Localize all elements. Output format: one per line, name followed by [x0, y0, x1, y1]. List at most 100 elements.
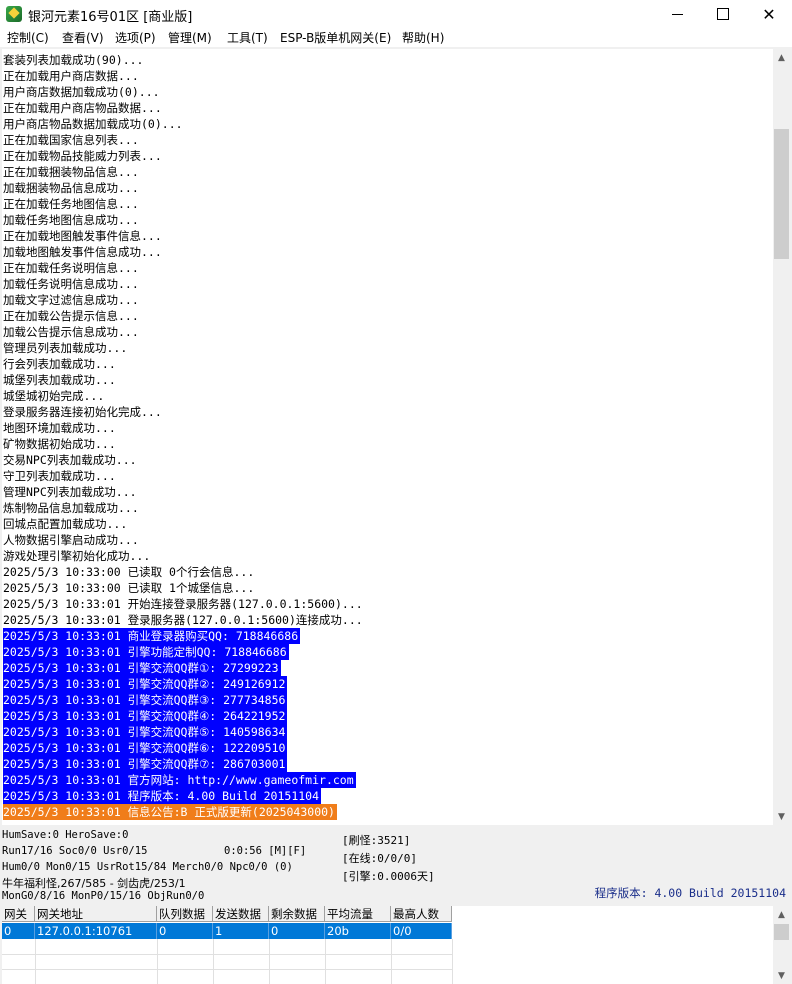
log-line: 用户商店物品数据加载成功(0)...: [3, 117, 183, 131]
menu-tools[interactable]: 工具(T): [227, 29, 268, 46]
log-line: 加载文字过滤信息成功...: [3, 293, 139, 307]
log-line: 套装列表加载成功(90)...: [3, 53, 144, 67]
log-line: 2025/5/3 10:33:00 已读取 0个行会信息...: [3, 565, 255, 579]
close-icon: ✕: [762, 4, 776, 24]
log-line: 守卫列表加载成功...: [3, 469, 116, 483]
scroll-up-icon[interactable]: ▲: [773, 49, 790, 66]
status-version: 程序版本: 4.00 Build 20151104: [594, 886, 786, 900]
status-online: [在线:0/0/0]: [342, 852, 417, 865]
log-line: 2025/5/3 10:33:01 引擎交流QQ群③: 277734856: [3, 692, 288, 708]
table-scrollbar[interactable]: ▲ ▼: [773, 906, 790, 984]
log-line: 正在加载用户商店数据...: [3, 69, 139, 83]
log-line: 人物数据引擎启动成功...: [3, 533, 139, 547]
scroll-down-icon[interactable]: ▼: [773, 808, 790, 825]
log-line: 正在加载国家信息列表...: [3, 133, 139, 147]
grid-line: [452, 939, 453, 984]
grid-line: [391, 939, 392, 984]
log-line: 2025/5/3 10:33:01 引擎交流QQ群⑦: 286703001: [3, 756, 288, 772]
col-max-users[interactable]: 最高人数: [391, 906, 452, 922]
grid-line: [213, 939, 214, 984]
log-line: 2025/5/3 10:33:01 引擎交流QQ群②: 249126912: [3, 676, 288, 692]
app-icon: [6, 6, 22, 22]
menu-help[interactable]: 帮助(H): [402, 29, 444, 46]
cell-address: 127.0.0.1:10761: [35, 923, 157, 939]
cell-gateway: 0: [2, 923, 35, 939]
log-line: 2025/5/3 10:33:01 登录服务器(127.0.0.1:5600)连…: [3, 613, 363, 627]
log-line: 2025/5/3 10:33:01 引擎功能定制QQ: 718846686: [3, 644, 289, 660]
log-line: 城堡城初始完成...: [3, 389, 105, 403]
log-line: 用户商店数据加载成功(0)...: [3, 85, 160, 99]
status-panel: HumSave:0 HeroSave:0 Run17/16 Soc0/0 Usr…: [0, 827, 792, 903]
log-panel[interactable]: 套装列表加载成功(90)... 正在加载用户商店数据... 用户商店数据加载成功(0…: [2, 49, 773, 825]
log-line: 加载任务地图信息成功...: [3, 213, 139, 227]
gateway-table[interactable]: 网关 网关地址 队列数据 发送数据 剩余数据 平均流量 最高人数 0 127.0…: [2, 906, 773, 984]
status-refresh: [刷怪:3521]: [342, 834, 411, 847]
log-line: 2025/5/3 10:33:01 商业登录器购买QQ: 718846686: [3, 628, 301, 644]
log-line: 2025/5/3 10:33:01 引擎交流QQ群⑤: 140598634: [3, 724, 288, 740]
close-button[interactable]: ✕: [746, 0, 792, 28]
grid-line: [269, 939, 270, 984]
status-mon-gen: MonG0/8/16 MonP0/15/16 ObjRun0/0: [2, 890, 205, 902]
cell-remaining: 0: [269, 923, 325, 939]
log-line: 加载公告提示信息成功...: [3, 325, 139, 339]
scrollbar-thumb[interactable]: [774, 129, 789, 259]
col-avg-traffic[interactable]: 平均流量: [325, 906, 391, 922]
col-gateway[interactable]: 网关: [2, 906, 35, 922]
log-line: 回城点配置加载成功...: [3, 517, 128, 531]
status-monster: 牛年福利怪,267/585 - 剑齿虎/253/1: [2, 877, 186, 890]
scroll-down-icon[interactable]: ▼: [773, 967, 790, 984]
col-remaining[interactable]: 剩余数据: [269, 906, 325, 922]
cell-avg-traffic: 20b: [325, 923, 391, 939]
window-title: 银河元素16号01区 [商业版]: [28, 10, 193, 25]
col-queue[interactable]: 队列数据: [157, 906, 213, 922]
grid-line: [2, 969, 452, 970]
grid-line: [157, 939, 158, 984]
minimize-button[interactable]: [654, 0, 700, 28]
log-line: 正在加载捆装物品信息...: [3, 165, 139, 179]
menu-bar: 控制(C) 查看(V) 选项(P) 管理(M) 工具(T) ESP-B版单机网关…: [0, 28, 792, 47]
log-line: 2025/5/3 10:33:01 程序版本: 4.00 Build 20151…: [3, 788, 322, 804]
log-line: 炼制物品信息加载成功...: [3, 501, 139, 515]
log-line: 正在加载用户商店物品数据...: [3, 101, 162, 115]
menu-control[interactable]: 控制(C): [7, 29, 49, 46]
maximize-button[interactable]: [700, 0, 746, 28]
menu-options[interactable]: 选项(P): [115, 29, 156, 46]
log-line: 正在加载地图触发事件信息...: [3, 229, 162, 243]
title-bar: 银河元素16号01区 [商业版] ✕: [0, 0, 792, 28]
log-line: 2025/5/3 10:33:00 已读取 1个城堡信息...: [3, 581, 255, 595]
log-line: 管理员列表加载成功...: [3, 341, 128, 355]
status-runtime: 0:0:56 [M][F]: [224, 845, 307, 857]
log-line: 加载任务说明信息成功...: [3, 277, 139, 291]
menu-view[interactable]: 查看(V): [62, 29, 104, 46]
grid-line: [2, 954, 452, 955]
log-line: 登录服务器连接初始化完成...: [3, 405, 162, 419]
grid-line: [35, 939, 36, 984]
log-line: 交易NPC列表加载成功...: [3, 453, 137, 467]
log-line: 矿物数据初始成功...: [3, 437, 116, 451]
log-line: 2025/5/3 10:33:01 官方网站: http://www.gameo…: [3, 772, 356, 788]
maximize-icon: [717, 8, 729, 20]
log-scrollbar[interactable]: ▲ ▼: [773, 49, 790, 825]
log-line: 2025/5/3 10:33:01 引擎交流QQ群①: 27299223: [3, 660, 281, 676]
status-run: Run17/16 Soc0/0 Usr0/15: [2, 845, 148, 857]
status-objects: Hum0/0 Mon0/15 UsrRot15/84 Merch0/0 Npc0…: [2, 861, 293, 873]
cell-sent: 1: [213, 923, 269, 939]
log-line: 正在加载任务说明信息...: [3, 261, 139, 275]
log-line: 2025/5/3 10:33:01 开始连接登录服务器(127.0.0.1:56…: [3, 597, 363, 611]
cell-max-users: 0/0: [391, 923, 452, 939]
menu-manage[interactable]: 管理(M): [168, 29, 212, 46]
col-sent[interactable]: 发送数据: [213, 906, 269, 922]
minimize-icon: [671, 13, 683, 15]
cell-queue: 0: [157, 923, 213, 939]
scroll-up-icon[interactable]: ▲: [773, 906, 790, 923]
log-line: 正在加载任务地图信息...: [3, 197, 139, 211]
col-address[interactable]: 网关地址: [35, 906, 157, 922]
log-line: 正在加载物品技能威力列表...: [3, 149, 162, 163]
status-engine: [引擎:0.0006天]: [342, 870, 435, 883]
scrollbar-thumb[interactable]: [774, 924, 789, 940]
log-line: 2025/5/3 10:33:01 引擎交流QQ群④: 264221952: [3, 708, 288, 724]
log-line: 加载地图触发事件信息成功...: [3, 245, 162, 259]
log-line: 游戏处理引擎初始化成功...: [3, 549, 151, 563]
menu-gateway[interactable]: ESP-B版单机网关(E): [280, 29, 391, 46]
log-line: 地图环境加载成功...: [3, 421, 116, 435]
